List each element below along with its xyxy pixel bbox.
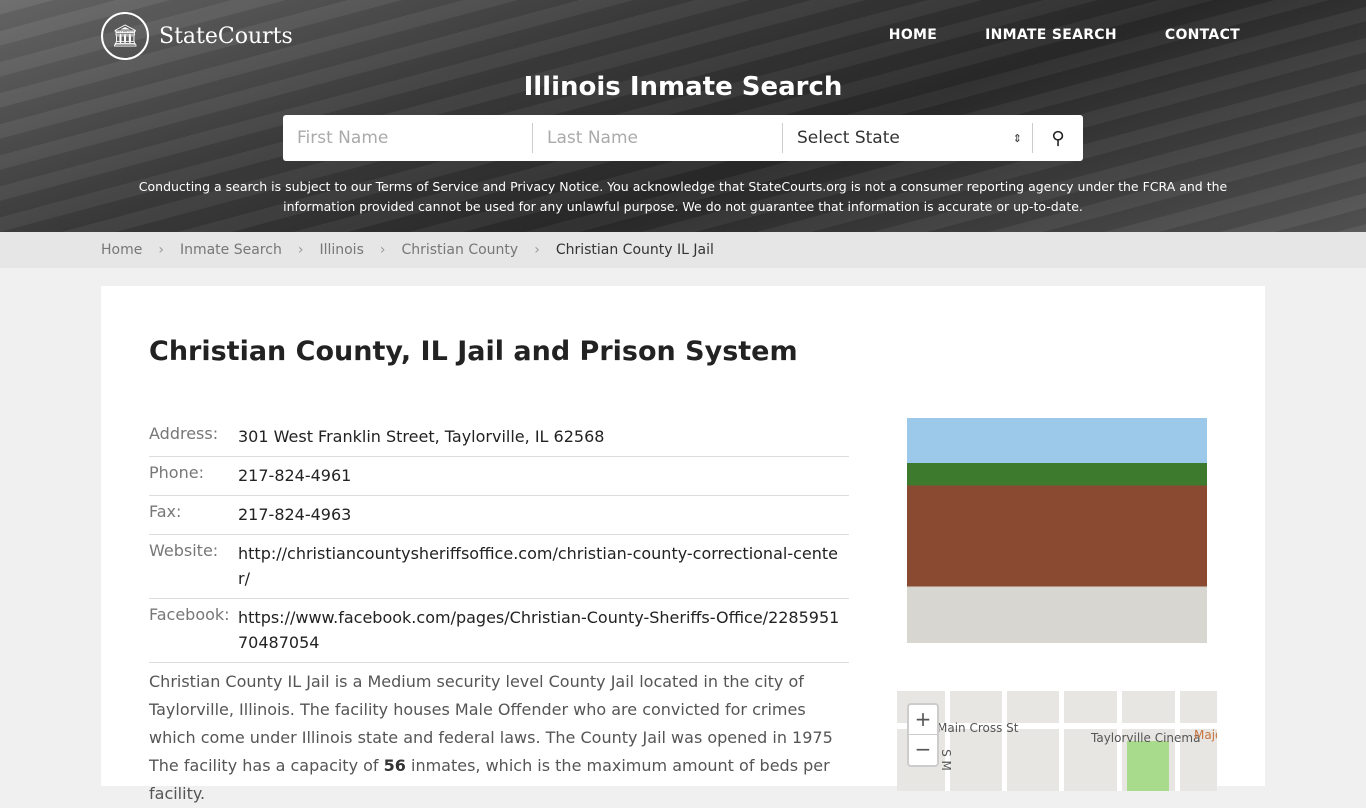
select-arrows-icon: ⇕ <box>1012 131 1022 145</box>
info-row-address: Address: 301 West Franklin Street, Taylor… <box>149 418 849 457</box>
crumb-county[interactable]: Christian County <box>401 242 518 258</box>
privacy-link[interactable]: Privacy Notice <box>510 179 599 194</box>
info-row-phone: Phone: 217-824-4961 <box>149 457 849 496</box>
info-value: 217-824-4961 <box>238 466 352 485</box>
map-label: Majo <box>1194 728 1217 742</box>
nav-inmate-search[interactable]: INMATE SEARCH <box>985 27 1117 43</box>
info-label: Website: <box>149 541 219 560</box>
crumb-current: Christian County IL Jail <box>555 242 714 258</box>
crumb-illinois[interactable]: Illinois <box>319 242 363 258</box>
search-form: First Name Last Name Select State ⇕ ⚲ <box>283 115 1083 161</box>
courthouse-icon: 🏛 <box>101 12 149 60</box>
capacity-value: 56 <box>383 756 406 775</box>
facility-info: Address: 301 West Franklin Street, Taylor… <box>149 418 849 663</box>
info-label: Phone: <box>149 463 204 482</box>
map-zoom-control: + − <box>907 703 939 767</box>
info-value: 217-824-4963 <box>238 505 352 524</box>
facility-photo <box>907 418 1207 643</box>
info-value: 301 West Franklin Street, Taylorville, I… <box>238 427 605 446</box>
info-row-website: Website: http://christiancountysheriffsof… <box>149 535 849 599</box>
nav-home[interactable]: HOME <box>889 27 937 43</box>
chevron-right-icon: › <box>379 242 386 258</box>
chevron-right-icon: › <box>158 242 164 258</box>
breadcrumb: Home › Inmate Search › Illinois › Christian… <box>0 232 1366 268</box>
hero-title: Illinois Inmate Search <box>523 72 843 102</box>
search-icon: ⚲ <box>1051 127 1065 149</box>
zoom-out-button[interactable]: − <box>909 735 937 764</box>
brand-name: StateCourts <box>159 23 293 49</box>
website-link[interactable]: http://christiancountysheriffsoffice.com… <box>238 544 838 588</box>
info-row-fax: Fax: 217-824-4963 <box>149 496 849 535</box>
map-label: Main Cross St <box>937 721 1019 735</box>
map-label: Taylorville Cinema <box>1091 731 1201 745</box>
logo[interactable]: 🏛 StateCourts <box>101 12 293 60</box>
info-label: Fax: <box>149 502 182 521</box>
crumb-home[interactable]: Home <box>101 242 142 258</box>
main-nav: HOME INMATE SEARCH CONTACT <box>889 27 1240 43</box>
info-label: Address: <box>149 424 219 443</box>
facility-description: Christian County IL Jail is a Medium sec… <box>149 668 849 808</box>
facebook-link[interactable]: https://www.facebook.com/pages/Christian… <box>238 608 839 652</box>
chevron-right-icon: › <box>297 242 304 258</box>
location-map[interactable]: Main Cross St Taylorville Cinema Majo S … <box>897 691 1217 791</box>
disclaimer-text: Conducting a search is subject to our <box>138 179 376 194</box>
info-row-facebook: Facebook: https://www.facebook.com/pages/… <box>149 599 849 663</box>
nav-contact[interactable]: CONTACT <box>1165 27 1240 43</box>
content-card: Christian County, IL Jail and Prison Sys… <box>101 286 1265 803</box>
last-name-input[interactable]: Last Name <box>533 123 783 153</box>
info-label: Facebook: <box>149 605 230 624</box>
disclaimer-text: and <box>478 179 511 194</box>
zoom-in-button[interactable]: + <box>909 705 937 735</box>
terms-link[interactable]: Terms of Service <box>376 179 479 194</box>
state-select[interactable]: Select State ⇕ <box>783 123 1033 153</box>
hero-banner: 🏛 StateCourts HOME INMATE SEARCH CONTACT… <box>0 0 1366 232</box>
disclaimer: Conducting a search is subject to our Te… <box>0 177 1366 217</box>
first-name-input[interactable]: First Name <box>283 123 533 153</box>
crumb-inmate-search[interactable]: Inmate Search <box>180 242 282 258</box>
state-select-value: Select State <box>797 128 900 148</box>
page-title: Christian County, IL Jail and Prison Sys… <box>149 336 798 367</box>
chevron-right-icon: › <box>534 242 540 258</box>
search-button[interactable]: ⚲ <box>1033 128 1083 149</box>
